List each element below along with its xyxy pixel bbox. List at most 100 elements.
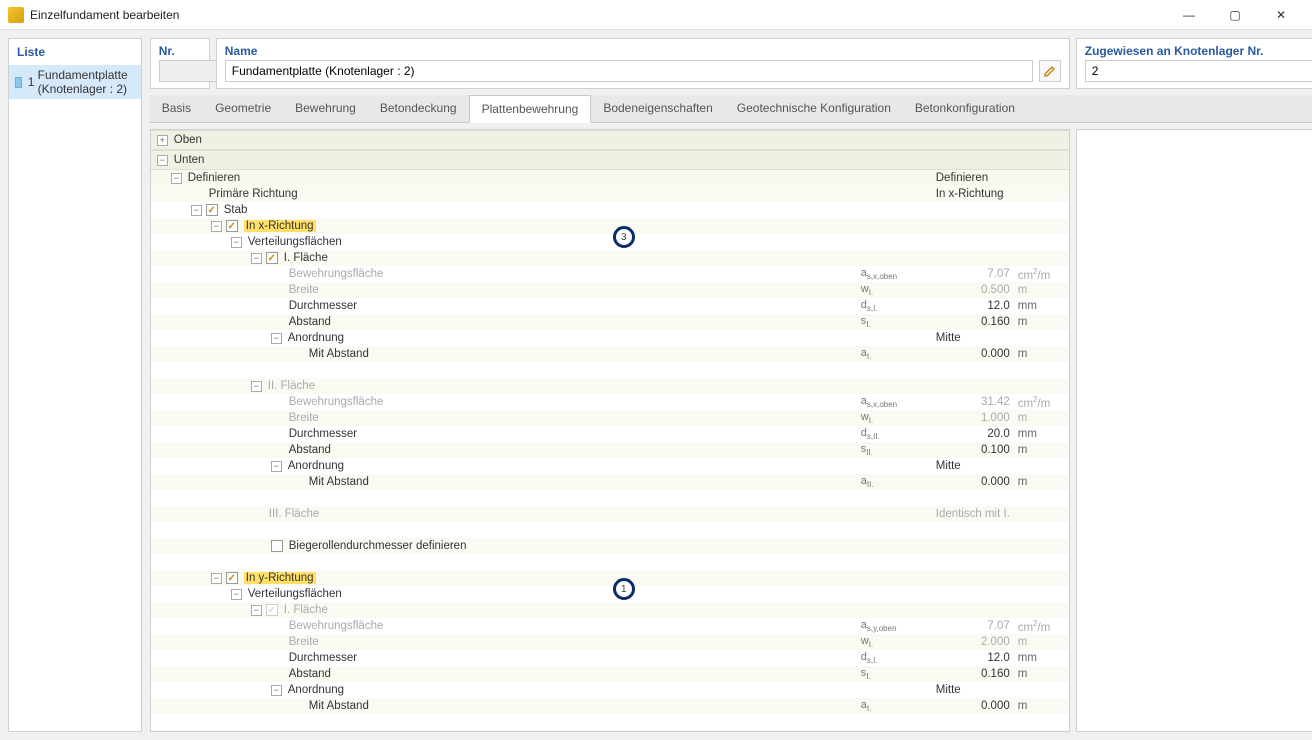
val-as-1y: 7.07 (936, 620, 1014, 632)
sym-a2x: aII. (861, 475, 936, 489)
unit-m-9: m (1014, 700, 1069, 712)
node-anord-2x[interactable]: Anordnung (286, 460, 861, 472)
node-durchm-1x: Durchmesser (287, 300, 861, 312)
sym-as-x1: as,x,oben (861, 267, 936, 281)
tab-geometrie[interactable]: Geometrie (203, 95, 283, 122)
node-bewfl-1x: Bewehrungsfläche (287, 268, 861, 280)
chk-fl1x[interactable] (266, 252, 278, 264)
name-block: Name (216, 38, 1070, 89)
toggle-unten[interactable]: − (157, 155, 168, 166)
toggle-iny[interactable]: − (211, 573, 222, 584)
node-unten[interactable]: Unten (172, 154, 865, 166)
list-header: Liste (9, 39, 141, 65)
unit-cm2m-2: cm2/m (1014, 395, 1069, 410)
assign-label: Zugewiesen an Knotenlager Nr. (1077, 39, 1312, 60)
val-s1y[interactable]: 0.160 (936, 668, 1014, 680)
node-breite-1x: Breite (287, 284, 861, 296)
toggle-oben[interactable]: + (157, 135, 168, 146)
node-primaere: Primäre Richtung (207, 188, 861, 200)
node-verteil-x[interactable]: Verteilungsflächen (246, 236, 861, 248)
val-d2x[interactable]: 20.0 (936, 428, 1014, 440)
chk-biege-x[interactable] (271, 540, 283, 552)
val-w1x: 0.500 (936, 284, 1014, 296)
toggle-verteil-x[interactable]: − (231, 237, 242, 248)
node-iny[interactable]: In y-Richtung (242, 572, 861, 584)
tab-plattenbewehrung[interactable]: Plattenbewehrung (469, 95, 592, 123)
list-item[interactable]: 1 Fundamentplatte (Knotenlager : 2) (9, 65, 141, 99)
sym-s1y: sI. (861, 667, 936, 681)
badge-3: 3 (613, 226, 635, 248)
list-color-swatch (15, 77, 22, 88)
toggle-verteil-y[interactable]: − (231, 589, 242, 600)
app-icon (8, 7, 24, 23)
node-bewfl-2x: Bewehrungsfläche (287, 396, 861, 408)
val-w1y: 2.000 (936, 636, 1014, 648)
node-biege-x: Biegerollendurchmesser definieren (287, 540, 861, 552)
tabs: Basis Geometrie Bewehrung Betondeckung P… (150, 95, 1312, 123)
toggle-fl2x[interactable]: − (251, 381, 262, 392)
val-a2x[interactable]: 0.000 (936, 476, 1014, 488)
val-d1x[interactable]: 12.0 (936, 300, 1014, 312)
assign-input[interactable] (1085, 60, 1312, 82)
val-a1x[interactable]: 0.000 (936, 348, 1014, 360)
val-s1x[interactable]: 0.160 (936, 316, 1014, 328)
edit-name-button[interactable] (1039, 60, 1061, 82)
window-title: Einzelfundament bearbeiten (30, 8, 1166, 22)
unit-m-5: m (1014, 444, 1069, 456)
name-label: Name (217, 39, 1069, 60)
toggle-fl1y[interactable]: − (251, 605, 262, 616)
titlebar: Einzelfundament bearbeiten — ▢ ✕ (0, 0, 1312, 30)
node-verteil-y[interactable]: Verteilungsflächen (246, 588, 861, 600)
node-bewfl-1y: Bewehrungsfläche (287, 620, 861, 632)
val-w2x: 1.000 (936, 412, 1014, 424)
unit-cm2m-1: cm2/m (1014, 267, 1069, 282)
node-inx[interactable]: In x-Richtung (242, 220, 861, 232)
toggle-anord-1x[interactable]: − (271, 333, 282, 344)
toggle-anord-2x[interactable]: − (271, 461, 282, 472)
close-button[interactable]: ✕ (1258, 0, 1304, 30)
val-s2x[interactable]: 0.100 (936, 444, 1014, 456)
tab-betondeckung[interactable]: Betondeckung (368, 95, 469, 122)
node-fl1x[interactable]: I. Fläche (282, 252, 861, 264)
sym-as-x2: as,x,oben (861, 395, 936, 409)
toggle-inx[interactable]: − (211, 221, 222, 232)
toggle-anord-1y[interactable]: − (271, 685, 282, 696)
chk-stab[interactable] (206, 204, 218, 216)
name-input[interactable] (225, 60, 1033, 82)
tab-geotech[interactable]: Geotechnische Konfiguration (725, 95, 903, 122)
tab-basis[interactable]: Basis (150, 95, 203, 122)
tab-bewehrung[interactable]: Bewehrung (283, 95, 368, 122)
val-anord-2x[interactable]: Mitte (936, 460, 1069, 472)
chk-iny[interactable] (226, 572, 238, 584)
chk-fl1y (266, 604, 278, 616)
toggle-definieren[interactable]: − (171, 173, 182, 184)
unit-m-6: m (1014, 476, 1069, 488)
minimize-button[interactable]: — (1166, 0, 1212, 30)
tab-betonkonfig[interactable]: Betonkonfiguration (903, 95, 1027, 122)
node-anord-1x[interactable]: Anordnung (286, 332, 861, 344)
toggle-fl1x[interactable]: − (251, 253, 262, 264)
val-as-1x: 7.07 (936, 268, 1014, 280)
maximize-button[interactable]: ▢ (1212, 0, 1258, 30)
node-oben[interactable]: Oben (172, 134, 865, 146)
node-definieren[interactable]: Definieren (186, 172, 861, 184)
nr-block: Nr. (150, 38, 210, 89)
tab-bodeneigenschaften[interactable]: Bodeneigenschaften (591, 95, 724, 122)
val-a1y[interactable]: 0.000 (936, 700, 1014, 712)
val-anord-1x[interactable]: Mitte (936, 332, 1069, 344)
sym-w2: wI. (861, 411, 936, 425)
pencil-icon (1043, 64, 1057, 78)
node-mitab-1x: Mit Abstand (307, 348, 861, 360)
node-fl2x[interactable]: II. Fläche (266, 380, 861, 392)
node-stab[interactable]: Stab (222, 204, 861, 216)
val-d1y[interactable]: 12.0 (936, 652, 1014, 664)
unit-mm-2: mm (1014, 428, 1069, 440)
sym-s1x: sI. (861, 315, 936, 329)
node-anord-1y[interactable]: Anordnung (286, 684, 861, 696)
chk-inx[interactable] (226, 220, 238, 232)
node-breite-2x: Breite (287, 412, 861, 424)
sym-w1y: wI. (861, 635, 936, 649)
val-anord-1y[interactable]: Mitte (936, 684, 1069, 696)
node-breite-1y: Breite (287, 636, 861, 648)
toggle-stab[interactable]: − (191, 205, 202, 216)
